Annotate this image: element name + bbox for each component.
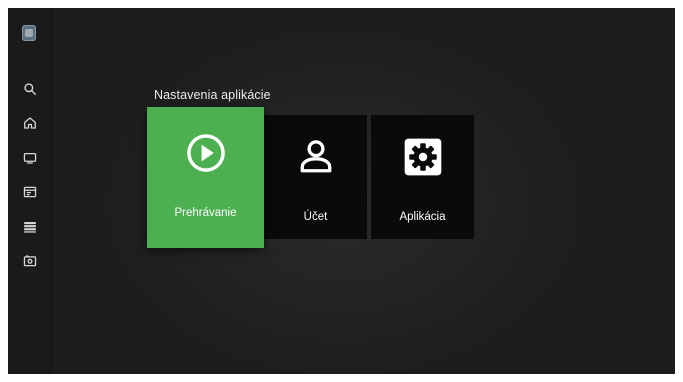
list-icon[interactable] (23, 220, 37, 234)
tv-icon[interactable] (23, 151, 37, 165)
account-icon (300, 140, 331, 173)
sidebar-nav (8, 8, 52, 374)
tile-label: Prehrávanie (174, 207, 237, 219)
play-circle-icon (186, 134, 225, 172)
tile-label: Účet (303, 211, 328, 223)
search-icon[interactable] (23, 82, 37, 96)
app-logo (22, 25, 36, 41)
settings-gear-icon (404, 138, 441, 176)
app-screen: Nastavenia aplikácie Prehrávanie Účet Ap… (8, 8, 675, 374)
home-icon[interactable] (23, 116, 37, 130)
recordings-icon[interactable] (23, 254, 37, 268)
tile-playback[interactable]: Prehrávanie (147, 107, 264, 248)
section-title: Nastavenia aplikácie (154, 88, 271, 102)
tv-guide-icon[interactable] (23, 185, 37, 199)
tile-application[interactable]: Aplikácia (371, 115, 474, 239)
tile-account[interactable]: Účet (264, 115, 367, 239)
tile-label: Aplikácia (399, 211, 446, 223)
